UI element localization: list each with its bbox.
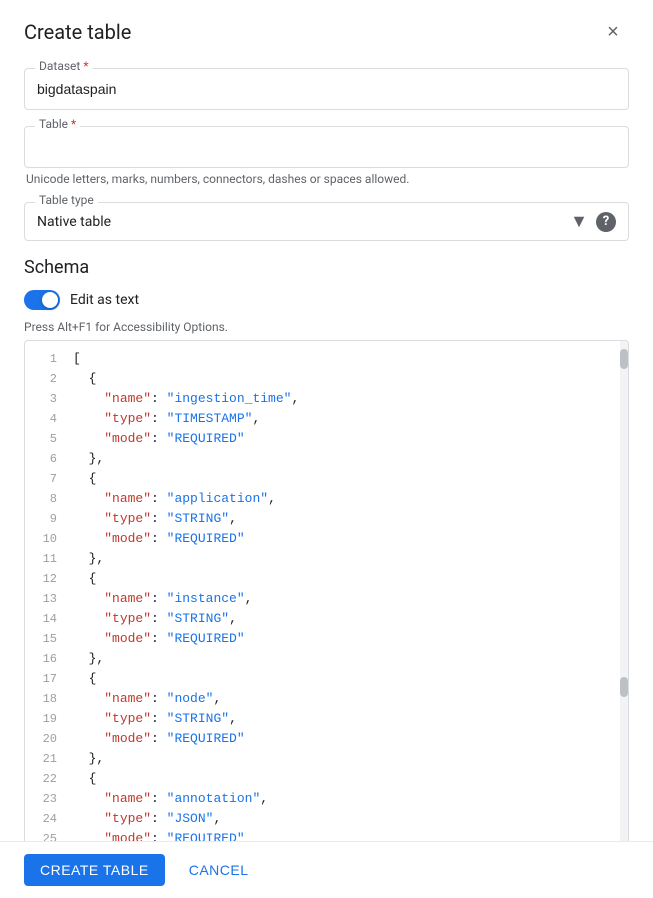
dataset-field-group: Dataset * xyxy=(24,68,629,110)
schema-section: Schema Edit as text Press Alt+F1 for Acc… xyxy=(24,257,629,841)
toggle-label: Edit as text xyxy=(70,292,139,308)
cancel-button[interactable]: CANCEL xyxy=(173,854,265,886)
dataset-label: Dataset * xyxy=(35,60,93,73)
table-field-group: Table * Unicode letters, marks, numbers,… xyxy=(24,126,629,186)
table-hint: Unicode letters, marks, numbers, connect… xyxy=(24,172,629,186)
table-type-actions: ▼ ? xyxy=(570,211,616,232)
dialog-title: Create table xyxy=(24,20,131,44)
table-type-value: Native table xyxy=(37,214,570,230)
edit-toggle-row: Edit as text xyxy=(24,290,629,310)
dialog-content: Dataset * Table * Unicode letters, marks… xyxy=(0,60,653,841)
dataset-field-container: Dataset * xyxy=(24,68,629,110)
schema-title: Schema xyxy=(24,257,629,278)
dialog-header: Create table × xyxy=(0,0,653,60)
scrollbar-thumb-top[interactable] xyxy=(620,349,628,369)
code-editor[interactable]: 1 2 3 4 5 6 7 8 9 10 11 12 13 14 15 16 1 xyxy=(24,340,629,841)
table-input[interactable] xyxy=(37,135,616,159)
accessibility-hint: Press Alt+F1 for Accessibility Options. xyxy=(24,320,629,334)
table-type-container: Table type Native table ▼ ? xyxy=(24,202,629,241)
dialog-footer: CREATE TABLE CANCEL xyxy=(0,841,653,898)
table-field-container: Table * xyxy=(24,126,629,168)
dataset-input[interactable] xyxy=(37,77,616,101)
create-table-dialog: Create table × Dataset * Table * xyxy=(0,0,653,898)
table-label: Table * xyxy=(35,117,80,131)
code-content: [ { "name": "ingestion_time", "type": "T… xyxy=(65,341,628,841)
dataset-required-marker: * xyxy=(83,60,88,73)
toggle-thumb xyxy=(42,292,58,308)
table-type-label: Table type xyxy=(35,193,98,207)
help-icon[interactable]: ? xyxy=(596,212,616,232)
line-numbers: 1 2 3 4 5 6 7 8 9 10 11 12 13 14 15 16 1 xyxy=(25,341,65,841)
create-table-button[interactable]: CREATE TABLE xyxy=(24,854,165,886)
scrollbar-thumb-bottom[interactable] xyxy=(620,677,628,697)
dropdown-arrow-icon[interactable]: ▼ xyxy=(570,211,588,232)
scrollbar-track[interactable] xyxy=(620,341,628,841)
close-button[interactable]: × xyxy=(597,16,629,48)
table-required-marker: * xyxy=(71,117,76,131)
edit-as-text-toggle[interactable] xyxy=(24,290,60,310)
table-type-field-group: Table type Native table ▼ ? xyxy=(24,202,629,241)
